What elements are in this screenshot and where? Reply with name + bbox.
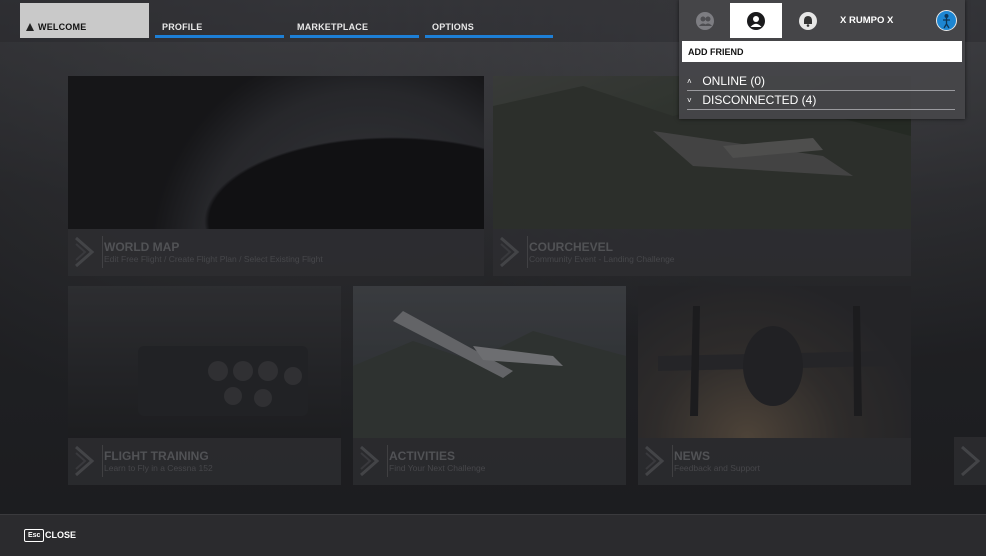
tab-friends[interactable]: [730, 3, 782, 38]
avatar-figure-icon: [943, 14, 950, 29]
group-online[interactable]: ˄ ONLINE (0): [687, 74, 955, 88]
add-friend-button[interactable]: ADD FRIEND: [682, 41, 962, 62]
tab-label: PROFILE: [162, 22, 203, 32]
chevron-down-icon: ˅: [687, 96, 692, 106]
person-icon: [747, 12, 765, 30]
tab-welcome[interactable]: WELCOME: [20, 3, 149, 38]
tab-label: MARKETPLACE: [297, 22, 369, 32]
tab-profile[interactable]: PROFILE: [155, 3, 284, 38]
notification-bell-icon: [799, 12, 817, 30]
avatar[interactable]: [936, 10, 957, 31]
username[interactable]: X RUMPO X: [840, 15, 893, 26]
group-label: DISCONNECTED (4): [702, 93, 817, 107]
group-disconnected[interactable]: ˅ DISCONNECTED (4): [687, 93, 955, 107]
tab-groups[interactable]: [679, 3, 731, 38]
divider: [687, 90, 955, 91]
close-button[interactable]: CLOSE: [45, 530, 76, 540]
divider: [687, 109, 955, 110]
tab-label: OPTIONS: [432, 22, 474, 32]
chevron-up-icon: ˄: [687, 77, 692, 87]
tab-notifications[interactable]: [782, 3, 834, 38]
group-label: ONLINE (0): [702, 74, 766, 88]
tab-label: WELCOME: [38, 22, 87, 32]
bottom-bar: Esc CLOSE: [0, 514, 986, 556]
tab-marketplace[interactable]: MARKETPLACE: [290, 3, 419, 38]
home-icon: [26, 23, 34, 31]
esc-key-badge: Esc: [24, 529, 45, 542]
group-icon: [696, 12, 714, 30]
tab-options[interactable]: OPTIONS: [425, 3, 553, 38]
friends-panel: X RUMPO X ADD FRIEND ˄ ONLINE (0) ˅ DISC…: [679, 0, 965, 119]
